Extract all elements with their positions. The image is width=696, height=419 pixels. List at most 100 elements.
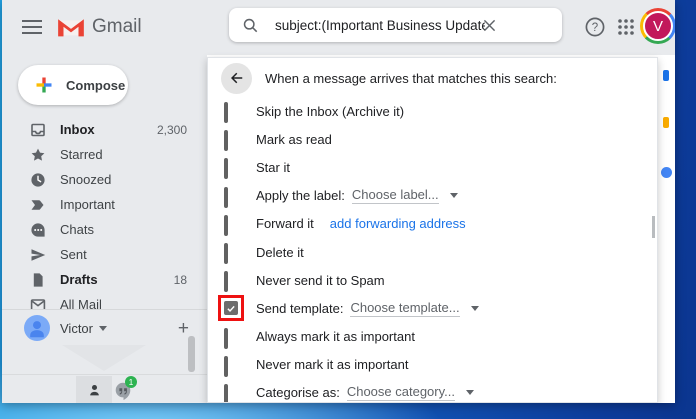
- filter-panel-header: When a message arrives that matches this…: [208, 61, 557, 95]
- filter-option-label: Apply the label:: [256, 188, 345, 203]
- filter-row-6: Never send it to Spam: [208, 266, 657, 294]
- account-person-icon[interactable]: [24, 315, 50, 341]
- all-mail-icon: [30, 297, 46, 310]
- checkbox-wrap: [224, 330, 238, 344]
- calendar-peek-icon: [663, 70, 669, 81]
- filter-checkbox[interactable]: [224, 187, 228, 208]
- sidebar-item-label: Sent: [60, 247, 207, 262]
- checkbox-wrap: [224, 273, 238, 287]
- main-menu-icon[interactable]: [22, 20, 42, 34]
- desktop-background: Gmail ? V Compose In: [0, 0, 696, 419]
- checkbox-wrap: [224, 132, 238, 146]
- filter-option-label: Send template:: [256, 301, 343, 316]
- gmail-header: Gmail ? V: [2, 0, 675, 55]
- avatar-initial: V: [643, 11, 673, 41]
- sidebar-item-snoozed[interactable]: Snoozed: [2, 167, 207, 192]
- gmail-logo-icon[interactable]: [56, 15, 86, 39]
- chevron-down-icon[interactable]: [471, 306, 479, 311]
- filter-select[interactable]: Choose category...: [347, 384, 455, 401]
- checkbox-wrap: [224, 217, 238, 231]
- filter-row-7: Send template: Choose template...: [208, 294, 657, 322]
- highlight-box: [218, 295, 244, 321]
- chevron-down-icon[interactable]: [450, 193, 458, 198]
- sidebar-item-drafts[interactable]: Drafts18: [2, 267, 207, 292]
- star-icon: [30, 147, 46, 163]
- keep-peek-icon: [663, 117, 669, 128]
- compose-label: Compose: [66, 78, 125, 93]
- sidebar-item-label: All Mail: [60, 297, 207, 309]
- filter-row-3: Apply the label: Choose label...: [208, 182, 657, 210]
- sidebar-item-important[interactable]: Important: [2, 192, 207, 217]
- filter-options-panel: When a message arrives that matches this…: [207, 57, 658, 403]
- filter-checkbox[interactable]: [224, 384, 228, 403]
- contacts-tab[interactable]: [76, 376, 112, 403]
- person-icon: [87, 383, 102, 398]
- panel-scrollbar[interactable]: [652, 216, 655, 238]
- draft-icon: [30, 272, 46, 288]
- back-button[interactable]: [221, 63, 252, 94]
- sidebar-item-sent[interactable]: Sent: [2, 242, 207, 267]
- compose-plus-icon: [34, 75, 54, 95]
- add-forwarding-address-link[interactable]: add forwarding address: [330, 216, 466, 231]
- sidebar-scrollbar[interactable]: [188, 336, 195, 372]
- sidebar-item-label: Chats: [60, 222, 207, 237]
- search-icon[interactable]: [242, 17, 259, 34]
- side-panel-strip: [658, 55, 675, 403]
- back-arrow-icon: [228, 69, 246, 87]
- filter-row-1: Mark as read: [208, 125, 657, 153]
- filter-row-9: Never mark it as important: [208, 351, 657, 379]
- filter-option-label: Mark as read: [256, 132, 332, 147]
- checkbox-wrap: [224, 245, 238, 259]
- account-name[interactable]: Victor: [60, 321, 93, 336]
- account-avatar[interactable]: V: [640, 8, 675, 44]
- sidebar-item-starred[interactable]: Starred: [2, 142, 207, 167]
- tasks-peek-icon: [661, 167, 672, 178]
- sidebar-item-chats[interactable]: Chats: [2, 217, 207, 242]
- filter-checkbox[interactable]: [224, 328, 228, 349]
- add-account-button[interactable]: +: [178, 319, 189, 338]
- checkbox-wrap: [224, 104, 238, 118]
- sidebar-item-inbox[interactable]: Inbox2,300: [2, 117, 207, 142]
- filter-checkbox[interactable]: [224, 356, 228, 377]
- filter-row-0: Skip the Inbox (Archive it): [208, 97, 657, 125]
- filter-option-label: Always mark it as important: [256, 329, 415, 344]
- filter-row-2: Star it: [208, 153, 657, 181]
- clear-search-icon[interactable]: [481, 17, 498, 34]
- search-bar[interactable]: [229, 8, 562, 42]
- filter-option-label: Never mark it as important: [256, 357, 408, 372]
- checkbox-wrap: [224, 160, 238, 174]
- checkbox-wrap: [224, 386, 238, 400]
- apps-grid-icon[interactable]: [614, 15, 638, 39]
- sidebar-nav: Inbox2,300StarredSnoozed Important Chats Se…: [2, 117, 207, 309]
- filter-checkbox[interactable]: [224, 243, 228, 264]
- filter-option-label: Never send it to Spam: [256, 273, 385, 288]
- filter-checkbox[interactable]: [224, 271, 228, 292]
- filter-option-label: Categorise as:: [256, 385, 340, 400]
- labels-watermark: [62, 345, 146, 371]
- filter-checkbox[interactable]: [224, 158, 228, 179]
- filter-checkbox[interactable]: [224, 102, 228, 123]
- filter-option-label: Forward it: [256, 216, 314, 231]
- account-row: Victor +: [2, 313, 207, 343]
- checkbox-wrap: [224, 358, 238, 372]
- sidebar-footer: 1: [2, 374, 207, 403]
- sidebar-item-label: Inbox: [60, 122, 157, 137]
- sidebar-item-all-mail[interactable]: All Mail: [2, 292, 207, 309]
- sent-icon: [30, 247, 46, 263]
- filter-select[interactable]: Choose label...: [352, 187, 439, 204]
- chevron-down-icon[interactable]: [466, 390, 474, 395]
- sidebar-item-label: Important: [60, 197, 207, 212]
- filter-checkbox[interactable]: [224, 215, 228, 236]
- filter-checkbox[interactable]: [224, 130, 228, 151]
- account-caret-icon[interactable]: [99, 326, 107, 331]
- checkbox-wrap: [224, 301, 238, 315]
- search-input[interactable]: [273, 17, 487, 34]
- filter-option-label: Skip the Inbox (Archive it): [256, 104, 404, 119]
- compose-button[interactable]: Compose: [18, 65, 128, 105]
- sidebar-item-count: 18: [174, 273, 187, 287]
- filter-select[interactable]: Choose template...: [350, 300, 459, 317]
- hangouts-tab[interactable]: 1: [114, 378, 138, 402]
- important-icon: [30, 197, 46, 213]
- help-icon[interactable]: ?: [583, 15, 607, 39]
- filter-row-4: Forward it add forwarding address: [208, 210, 657, 238]
